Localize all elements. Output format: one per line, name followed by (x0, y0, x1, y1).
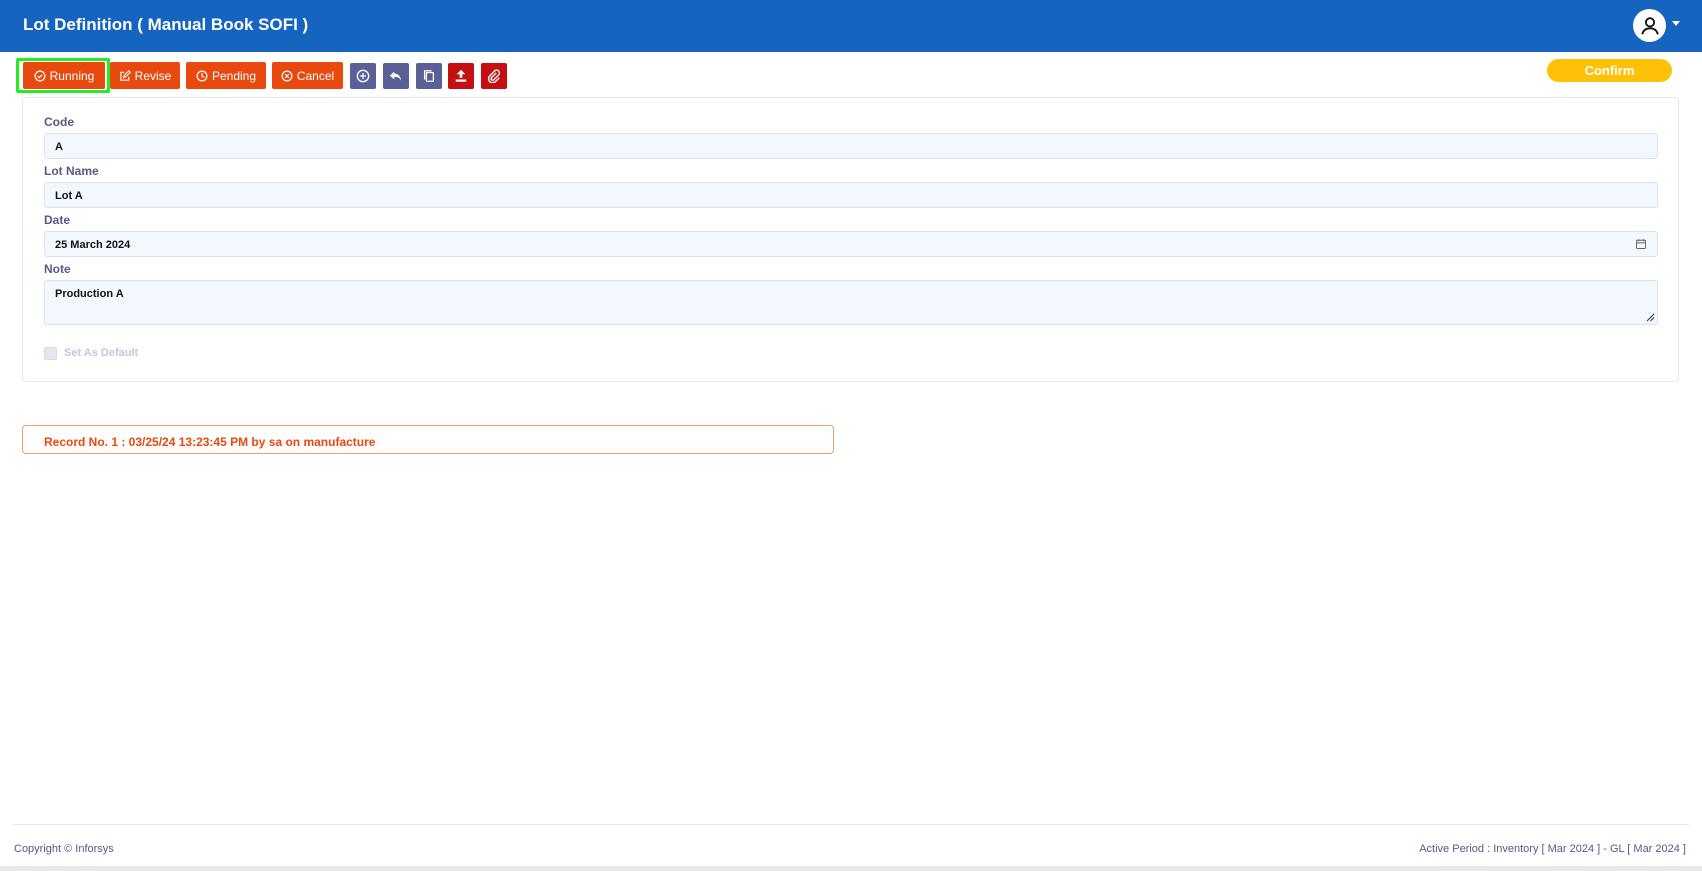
footer-divider (13, 824, 1689, 825)
cancel-button-label: Cancel (296, 68, 335, 83)
upload-icon (455, 69, 467, 82)
clock-icon (196, 70, 208, 81)
calendar-icon[interactable] (1635, 238, 1647, 250)
note-textarea[interactable]: Production A (44, 280, 1658, 325)
pending-button[interactable]: Pending (186, 62, 266, 89)
bottom-scroll-area (0, 866, 1702, 871)
copy-button[interactable] (416, 63, 442, 89)
lot-name-input[interactable]: Lot A (44, 182, 1658, 208)
code-input[interactable]: A (44, 133, 1658, 159)
add-button[interactable] (350, 63, 376, 89)
top-bar: Lot Definition ( Manual Book SOFI ) (0, 0, 1702, 52)
user-icon (1640, 16, 1659, 35)
lot-name-label: Lot Name (44, 164, 99, 178)
revise-button[interactable]: Revise (110, 62, 180, 89)
code-label: Code (44, 115, 74, 129)
upload-button[interactable] (448, 63, 474, 89)
page-title: Lot Definition ( Manual Book SOFI ) (23, 15, 309, 34)
attach-button[interactable] (481, 63, 507, 89)
set-default-label: Set As Default (64, 347, 139, 359)
note-value: Production A (55, 288, 124, 300)
undo-button[interactable] (383, 63, 409, 89)
active-period-text: Active Period : Inventory [ Mar 2024 ] -… (1419, 843, 1686, 855)
confirm-button[interactable]: Confirm (1547, 59, 1672, 82)
pending-button-label: Pending (211, 68, 257, 83)
add-circle-icon (356, 69, 370, 83)
undo-icon (389, 71, 402, 81)
user-avatar[interactable] (1633, 9, 1666, 42)
check-circle-icon (34, 70, 46, 81)
running-button[interactable]: Running (23, 62, 105, 89)
date-value: 25 March 2024 (55, 239, 131, 251)
resize-handle-icon[interactable] (1645, 312, 1655, 322)
edit-icon (119, 69, 131, 81)
revise-button-label: Revise (134, 68, 172, 83)
note-label: Note (44, 262, 71, 276)
cancel-button[interactable]: Cancel (272, 62, 343, 89)
running-button-label: Running (49, 68, 95, 83)
set-default-checkbox[interactable] (44, 347, 57, 360)
date-label: Date (44, 213, 71, 227)
record-info-box: Record No. 1 : 03/25/24 13:23:45 PM by s… (22, 425, 834, 454)
copy-icon (423, 70, 435, 82)
user-menu-caret-icon[interactable] (1672, 21, 1680, 26)
copyright-text: Copyright © Inforsys (14, 843, 114, 855)
date-input[interactable]: 25 March 2024 (44, 231, 1658, 257)
attach-icon (487, 69, 501, 83)
record-info-text: Record No. 1 : 03/25/24 13:23:45 PM by s… (44, 435, 376, 449)
cancel-circle-icon (281, 70, 293, 81)
